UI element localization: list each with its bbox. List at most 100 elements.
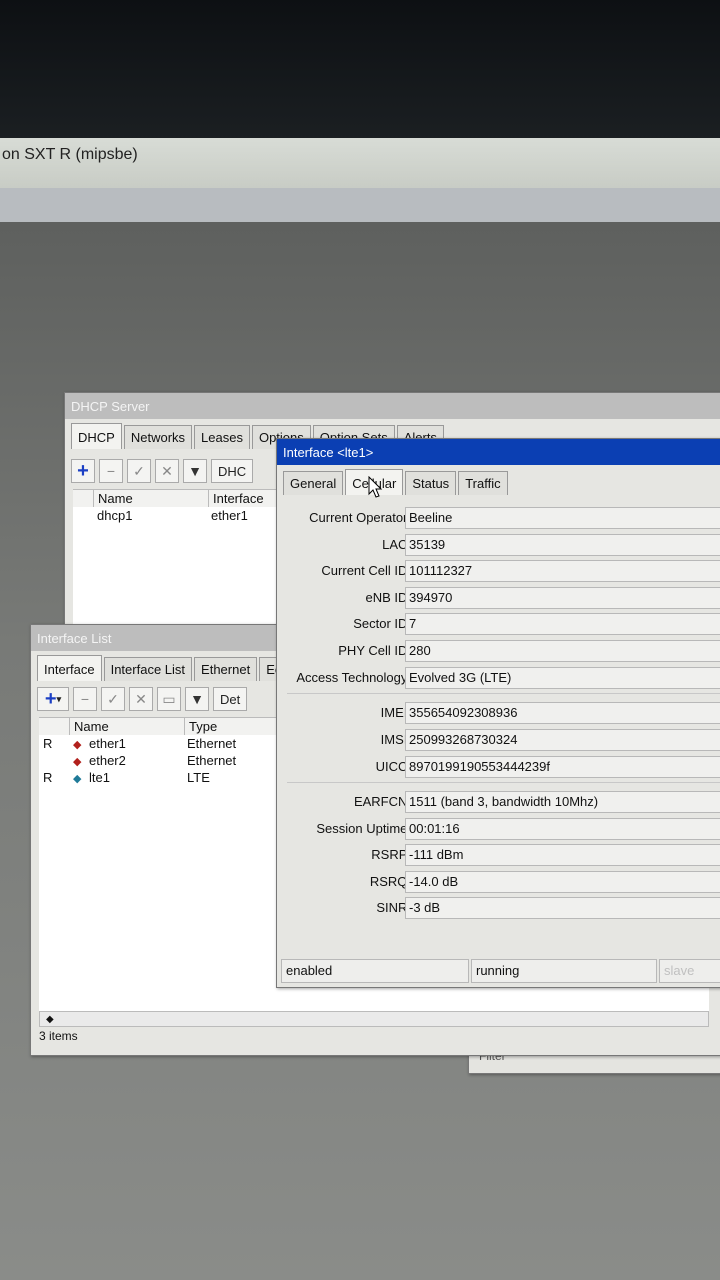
lte1-titlebar[interactable]: Interface <lte1> [277,439,720,465]
row-flag: R [43,736,53,751]
field-label: Sector ID: [353,616,411,631]
field-sinr: SINR: -3 dB [277,897,720,919]
field-label: PHY Cell ID: [338,643,411,658]
interface-type: Ethernet [187,753,237,768]
field-rsrq: RSRQ: -14.0 dB [277,871,720,893]
field-value: 394970 [405,587,720,609]
field-imsi: IMSI: 250993268730324 [277,729,720,751]
monitor-bezel [0,0,720,140]
separator [287,782,720,783]
app-title: on SXT R (mipsbe) [2,146,138,163]
field-access-technology: Access Technology: Evolved 3G (LTE) [277,667,720,689]
field-value: 280 [405,640,720,662]
scroll-marker: ◆ [46,1014,54,1025]
interface-tabs: Interface Interface List Ethernet Eo [37,655,291,681]
field-uicc: UICC: 8970199190553444239f [277,756,720,778]
tab-interface-list[interactable]: Interface List [103,657,193,681]
column-name[interactable]: Name [70,718,185,735]
field-current-cell-id: Current Cell ID: 101112327 [277,560,720,582]
tab-interface[interactable]: Interface [37,655,102,681]
interface-type: Ethernet [187,736,237,751]
interface-name: lte1 [89,770,110,785]
field-value: -14.0 dB [405,871,720,893]
dhcp-toolbar: + − ✓ ✕ ▼ DHC [71,459,257,483]
interface-lte1-window: Interface <lte1> General Cellular Status… [276,438,720,988]
tab-networks[interactable]: Networks [123,425,193,449]
disable-button[interactable]: ✕ [155,459,179,483]
interface-list-title: Interface List [37,631,112,646]
field-enb-id: eNB ID: 394970 [277,587,720,609]
add-button[interactable]: + [71,459,95,483]
field-session-uptime: Session Uptime: 00:01:16 [277,818,720,840]
tab-status[interactable]: Status [405,471,457,495]
horizontal-scrollbar[interactable]: ◆ [39,1011,709,1027]
enable-button[interactable]: ✓ [127,459,151,483]
remove-button[interactable]: − [99,459,123,483]
flag-column-header [73,490,94,507]
field-value: 101112327 [405,560,720,582]
field-value: -3 dB [405,897,720,919]
filter-icon[interactable]: ▼ [185,687,209,711]
flag-column-header [39,718,70,735]
interface-type: LTE [187,770,210,785]
lte1-status-bar: enabled running slave [281,959,720,983]
dhcp-server-titlebar[interactable]: DHCP Server [65,393,720,419]
lte1-tabs: General Cellular Status Traffic [283,469,510,495]
field-label: Access Technology: [296,670,411,685]
field-label: Current Cell ID: [321,563,411,578]
cellular-panel: Current Operator: Beeline LAC: 35139 Cur… [277,499,720,955]
remove-button[interactable]: − [73,687,97,711]
tab-general[interactable]: General [283,471,344,495]
separator [287,693,720,694]
ethernet-icon: ◆ [73,756,82,768]
field-value: 355654092308936 [405,702,720,724]
lte-icon: ◆ [73,773,82,785]
disable-button[interactable]: ✕ [129,687,153,711]
field-label: Current Operator: [309,510,411,525]
detect-button[interactable]: Det [213,687,248,711]
interface-toolbar: + ▾ − ✓ ✕ ▭ ▼ Det [37,687,251,711]
filter-icon[interactable]: ▼ [183,459,207,483]
lte1-title: Interface <lte1> [283,445,374,460]
field-value: Evolved 3G (LTE) [405,667,720,689]
column-name[interactable]: Name [94,490,209,507]
field-label: Session Uptime: [316,821,411,836]
dhcp-name-cell: dhcp1 [97,508,133,523]
field-imei: IMEI: 355654092308936 [277,702,720,724]
ethernet-icon: ◆ [73,739,82,751]
mouse-cursor-icon [368,476,383,498]
field-phy-cell-id: PHY Cell ID: 280 [277,640,720,662]
app-titlebar: on SXT R (mipsbe) [0,138,720,189]
field-sector-id: Sector ID: 7 [277,613,720,635]
field-label: EARFCN: [353,794,411,809]
field-value: -111 dBm [405,844,720,866]
tab-traffic[interactable]: Traffic [458,471,508,495]
dhcp-server-title: DHCP Server [71,399,150,414]
field-current-operator: Current Operator: Beeline [277,507,720,529]
field-value: 00:01:16 [405,818,720,840]
field-earfcn: EARFCN: 1511 (band 3, bandwidth 10Mhz) [277,791,720,813]
field-lac: LAC: 35139 [277,534,720,556]
interface-name: ether2 [89,753,126,768]
row-flag [39,752,69,769]
field-value: 250993268730324 [405,729,720,751]
enable-button[interactable]: ✓ [101,687,125,711]
menu-bar [0,188,720,224]
tab-leases[interactable]: Leases [194,425,250,449]
field-value: 35139 [405,534,720,556]
field-value: 8970199190553444239f [405,756,720,778]
tab-ethernet[interactable]: Ethernet [194,657,258,681]
row-flag: R [43,770,53,785]
item-count: 3 items [39,1029,78,1043]
status-enabled: enabled [281,959,469,983]
status-running: running [471,959,657,983]
tab-dhcp[interactable]: DHCP [71,423,122,449]
add-dropdown-button[interactable]: + ▾ [37,687,69,711]
status-slave: slave [659,959,720,983]
column-type[interactable]: Type [185,718,280,735]
field-value: Beeline [405,507,720,529]
interface-name: ether1 [89,736,126,751]
field-value: 1511 (band 3, bandwidth 10Mhz) [405,791,720,813]
comment-icon[interactable]: ▭ [157,687,181,711]
dhcp-config-button[interactable]: DHC [211,459,254,483]
